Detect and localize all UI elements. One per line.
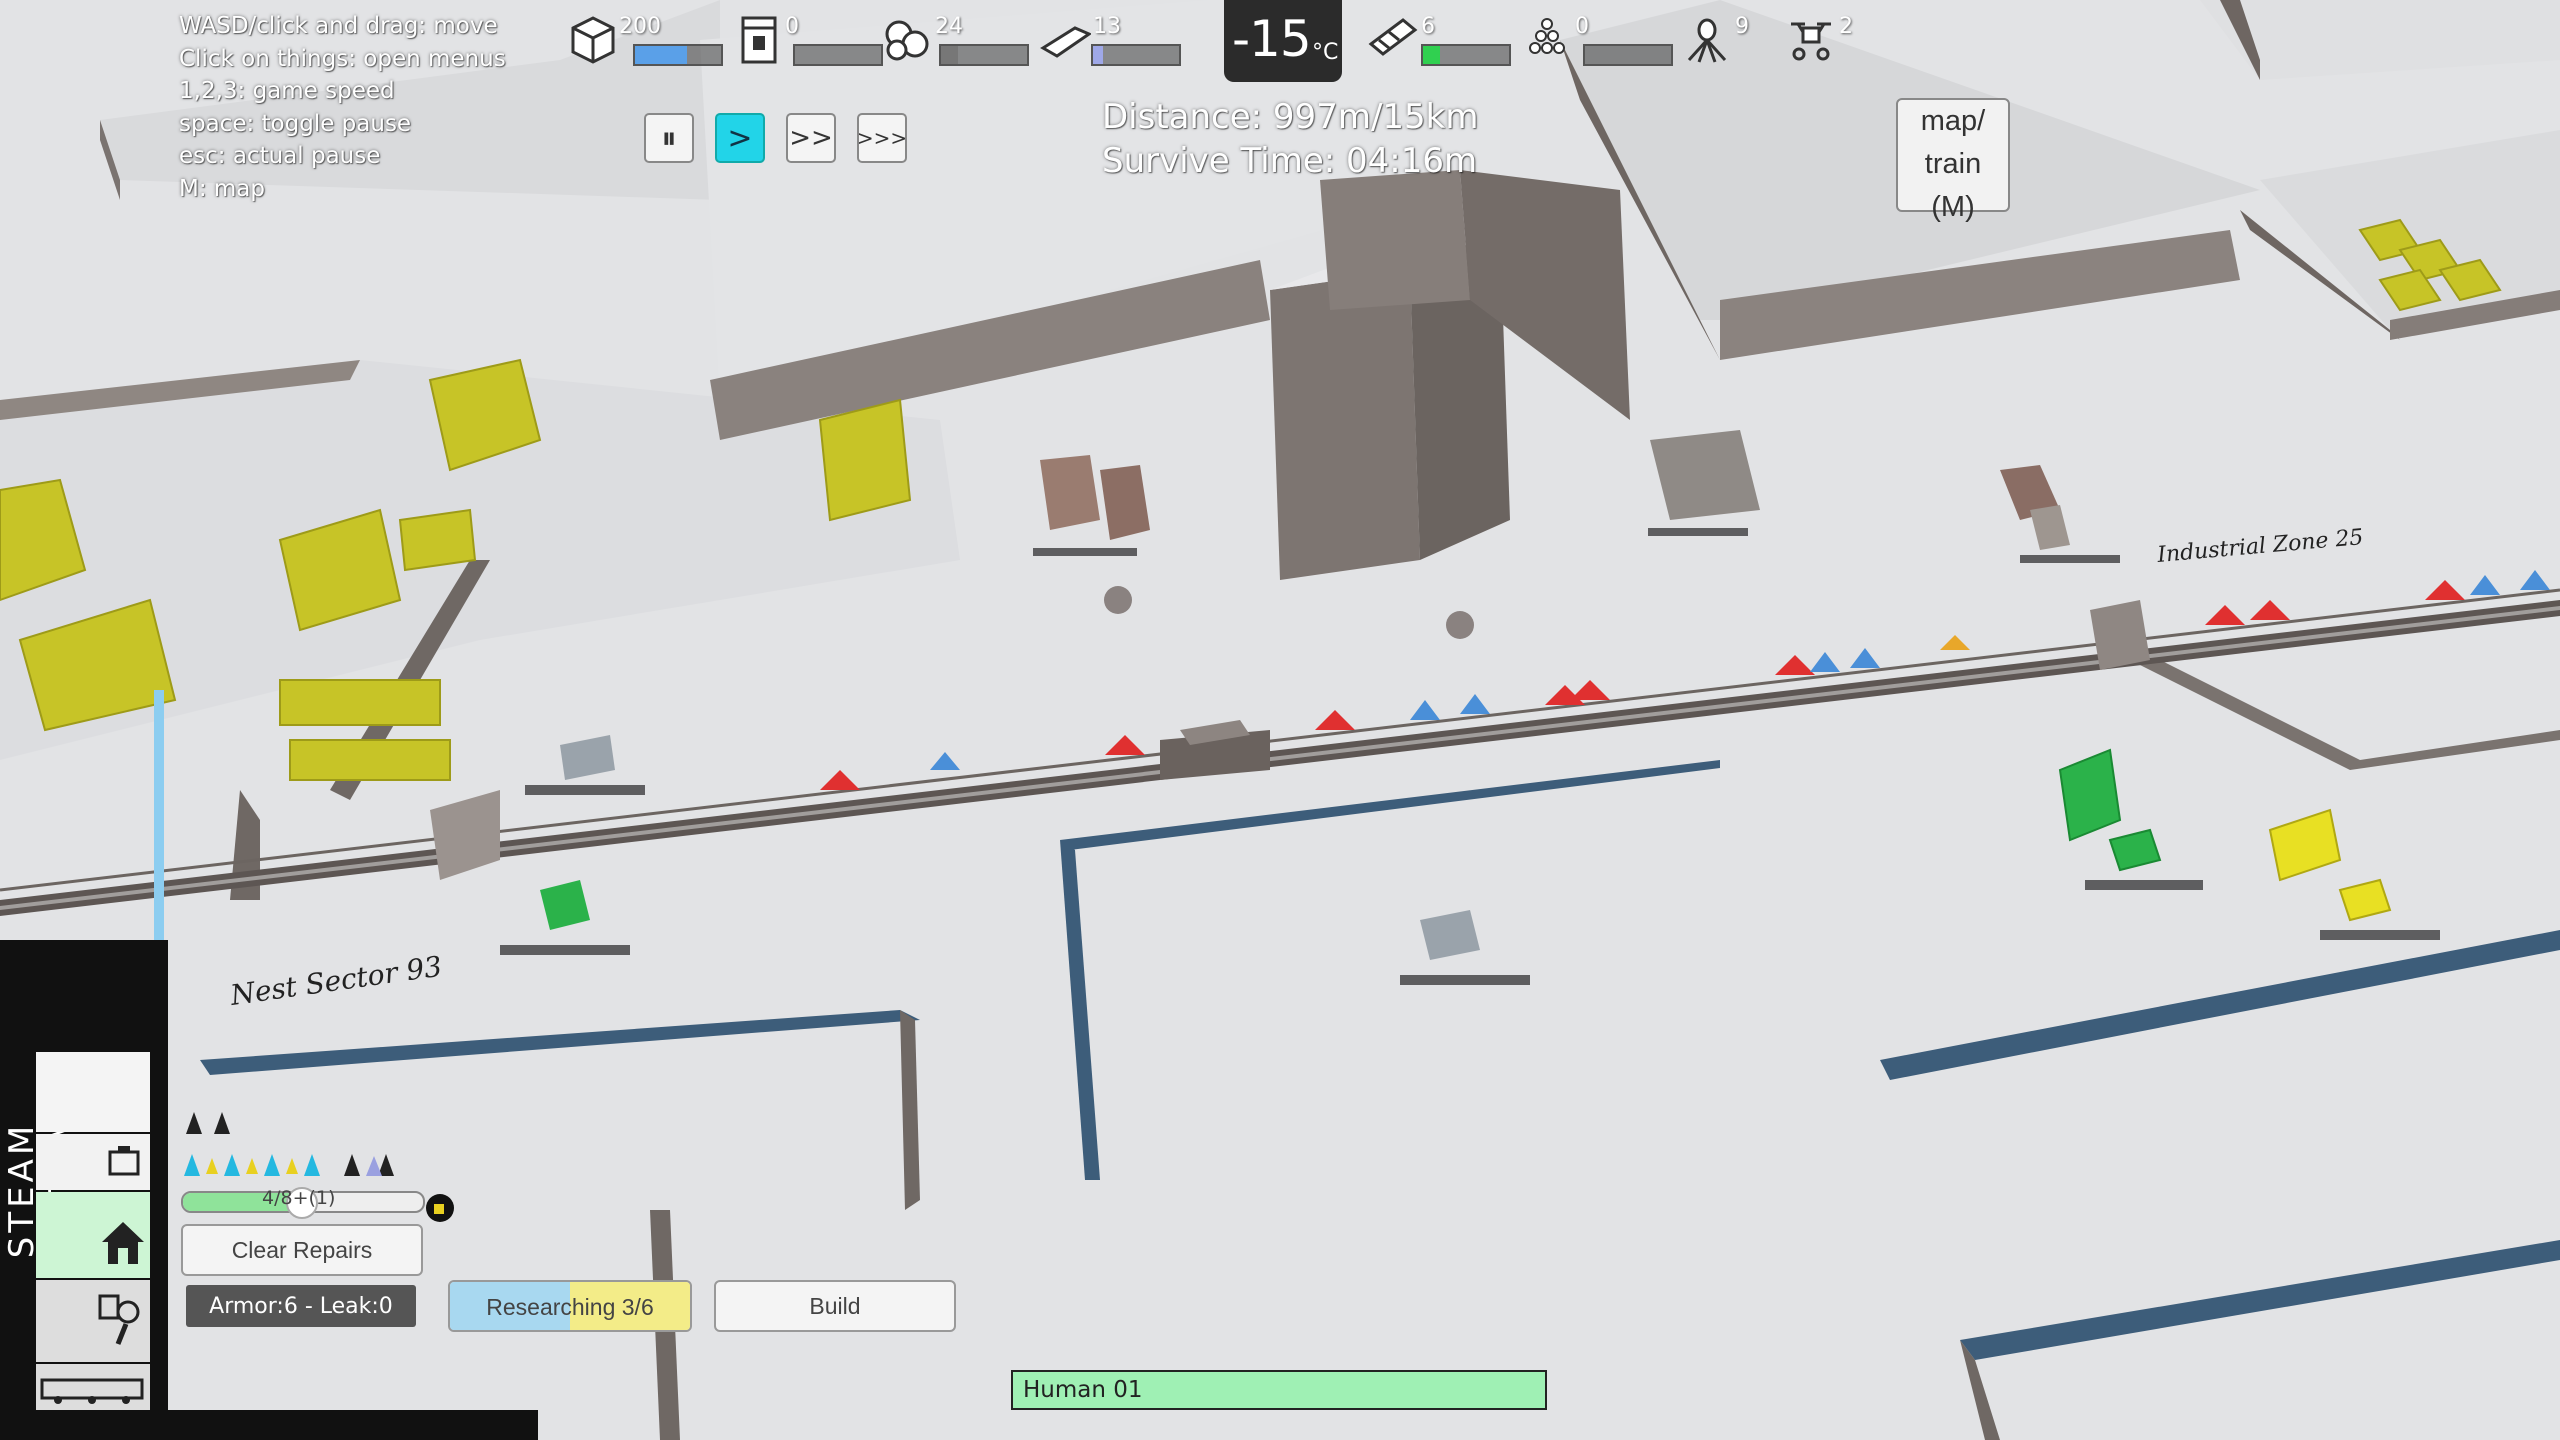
rail-icon xyxy=(1368,18,1418,56)
research-icon xyxy=(98,1294,140,1345)
speed-1-button[interactable]: > xyxy=(715,113,765,163)
clear-repairs-button[interactable]: Clear Repairs xyxy=(181,1224,423,1276)
resource-value: 0 xyxy=(1575,14,1589,39)
temperature-display: -15 °C xyxy=(1224,0,1342,82)
hazard-icon xyxy=(426,1194,454,1222)
engine-icon xyxy=(108,1146,140,1176)
help-line: 1,2,3: game speed xyxy=(179,78,395,104)
map-train-button[interactable]: map/ train (M) xyxy=(1896,98,2010,223)
resource-value: 2 xyxy=(1839,14,1853,39)
train-icon xyxy=(40,1378,144,1404)
crew-progress-label: 4/8+(1) xyxy=(262,1187,336,1209)
drone-icon xyxy=(1791,22,1831,61)
resource-value: 24 xyxy=(935,14,963,39)
pyramid-icon xyxy=(1529,18,1565,54)
sidebar-slot-empty[interactable] xyxy=(36,1052,150,1132)
sidebar-research-button[interactable] xyxy=(36,1280,150,1362)
resource-meter xyxy=(633,44,723,66)
build-button[interactable]: Build xyxy=(714,1280,956,1332)
sidebar-train-button[interactable] xyxy=(36,1364,150,1410)
help-line: esc: actual pause xyxy=(179,143,381,169)
resource-value: 13 xyxy=(1093,14,1121,39)
resource-value: 0 xyxy=(785,14,799,39)
help-line: Click on things: open menus xyxy=(179,45,506,72)
map-button-line: map/ xyxy=(1920,105,1986,137)
ingot-icon xyxy=(1040,26,1091,58)
crew-roster[interactable] xyxy=(180,1100,430,1180)
sidebar-engine-button[interactable] xyxy=(36,1134,150,1190)
help-line: WASD/click and drag: move xyxy=(179,13,498,39)
map-button-line: (M) xyxy=(1931,191,1975,223)
speed-2-button[interactable]: >> xyxy=(786,113,836,163)
map-button-line: train xyxy=(1924,148,1982,180)
sidebar-home-button[interactable] xyxy=(36,1192,150,1278)
resource-meter xyxy=(793,44,883,66)
pause-button[interactable]: ⏸ xyxy=(644,113,694,163)
speed-3-button[interactable]: >>> xyxy=(857,113,907,163)
journey-info: Distance: 997m/15km Survive Time: 04:16m xyxy=(1102,95,1478,183)
survive-time-text: Survive Time: 04:16m xyxy=(1102,141,1478,181)
resource-bar: 200 0 24 13 6 0 9 2 xyxy=(555,0,1855,72)
home-icon xyxy=(102,1222,144,1264)
ore-icon xyxy=(885,20,929,61)
resource-meter xyxy=(1421,44,1511,66)
resource-meter xyxy=(1091,44,1181,66)
bottom-bar xyxy=(168,1410,538,1440)
research-button-label: Researching 3/6 xyxy=(486,1294,654,1320)
distance-text: Distance: 997m/15km xyxy=(1102,97,1479,137)
armor-leak-status: Armor:6 - Leak:0 xyxy=(186,1285,416,1327)
controls-help: WASD/click and drag: move Click on thing… xyxy=(179,10,506,205)
resource-meter xyxy=(939,44,1029,66)
research-button[interactable]: Researching 3/6 xyxy=(448,1280,692,1332)
resource-meter xyxy=(1583,44,1673,66)
temperature-unit: °C xyxy=(1312,40,1339,65)
resource-value: 6 xyxy=(1421,14,1435,39)
temperature-value: -15 xyxy=(1232,10,1312,68)
help-line: space: toggle pause xyxy=(179,110,412,137)
help-line: M: map xyxy=(179,175,266,202)
crew-member-icon xyxy=(186,1112,230,1134)
crate-icon xyxy=(571,16,615,64)
bug-icon xyxy=(1687,18,1727,63)
resource-value: 9 xyxy=(1735,14,1749,39)
canister-icon xyxy=(741,16,777,64)
selected-unit-name[interactable]: Human 01 xyxy=(1011,1370,1547,1410)
resource-value: 200 xyxy=(619,14,661,39)
